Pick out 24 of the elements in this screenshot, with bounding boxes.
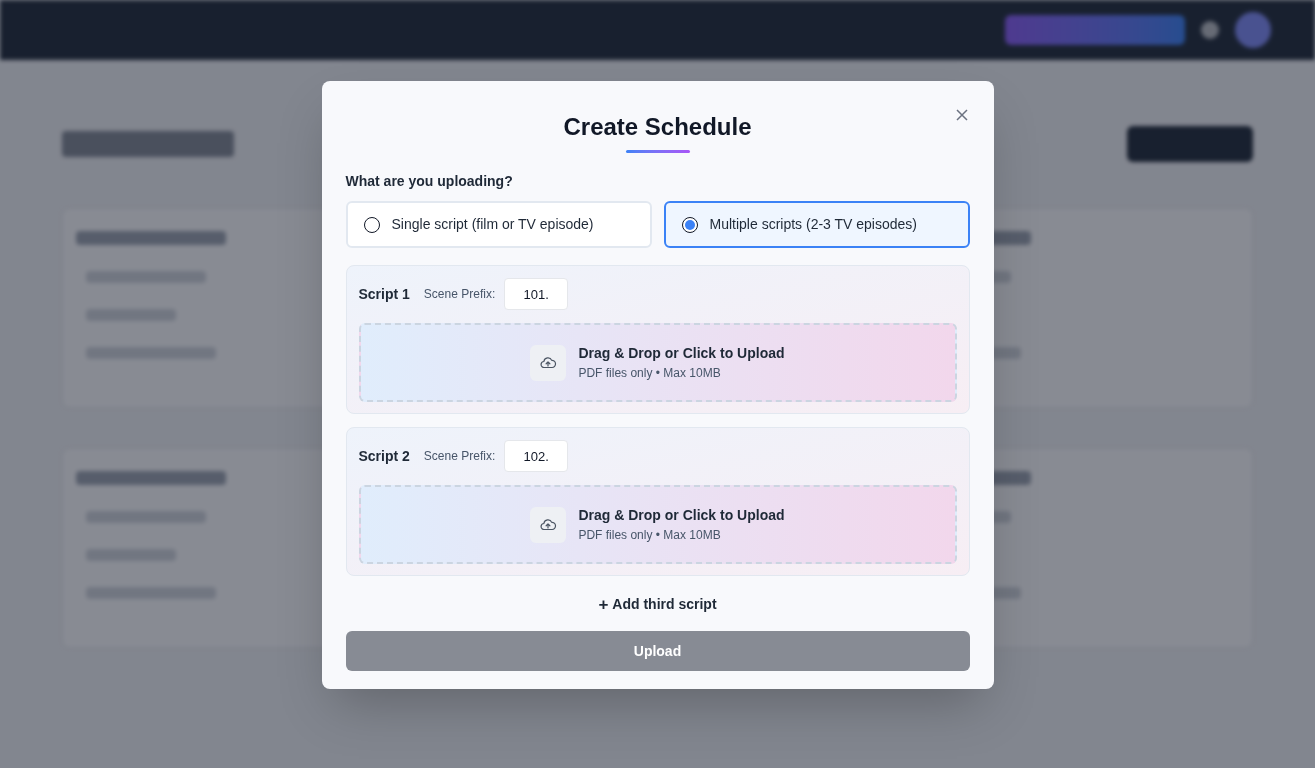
add-script-link[interactable]: + Add third script — [598, 594, 717, 615]
title-underline — [625, 150, 690, 153]
upload-hint: PDF files only • Max 10MB — [578, 365, 722, 382]
upgrade-button[interactable] — [1005, 15, 1185, 45]
question-label: What are you uploading? — [345, 172, 514, 191]
close-icon[interactable] — [953, 107, 970, 123]
new-project-button[interactable] — [1127, 126, 1253, 162]
prefix-label: Scene Prefix: — [423, 448, 496, 465]
avatar-icon[interactable] — [1235, 12, 1271, 48]
upload-dropzone[interactable]: Drag & Drop or Click to Upload PDF files only • Max 10MB — [358, 485, 957, 564]
dialog-title: Create Schedule — [563, 112, 752, 142]
prefix-label: Scene Prefix: — [423, 286, 496, 303]
upload-hint: PDF files only • Max 10MB — [578, 527, 722, 544]
upload-title: Drag & Drop or Click to Upload — [578, 344, 785, 363]
radio-option[interactable]: Multiple scripts (2-3 TV episodes) — [663, 201, 970, 248]
radio-option[interactable]: Single script (film or TV episode) — [345, 201, 652, 248]
script-label: Script 2 — [358, 446, 410, 466]
prefix-input[interactable]: 102. — [504, 440, 569, 472]
upload-title: Drag & Drop or Click to Upload — [578, 506, 785, 525]
upload-dropzone[interactable]: Drag & Drop or Click to Upload PDF files only • Max 10MB — [358, 323, 957, 402]
prefix-input[interactable]: 101. — [504, 278, 569, 310]
cloud-upload-icon — [530, 506, 567, 543]
cloud-upload-icon — [530, 344, 567, 381]
script-label: Script 1 — [358, 284, 410, 304]
